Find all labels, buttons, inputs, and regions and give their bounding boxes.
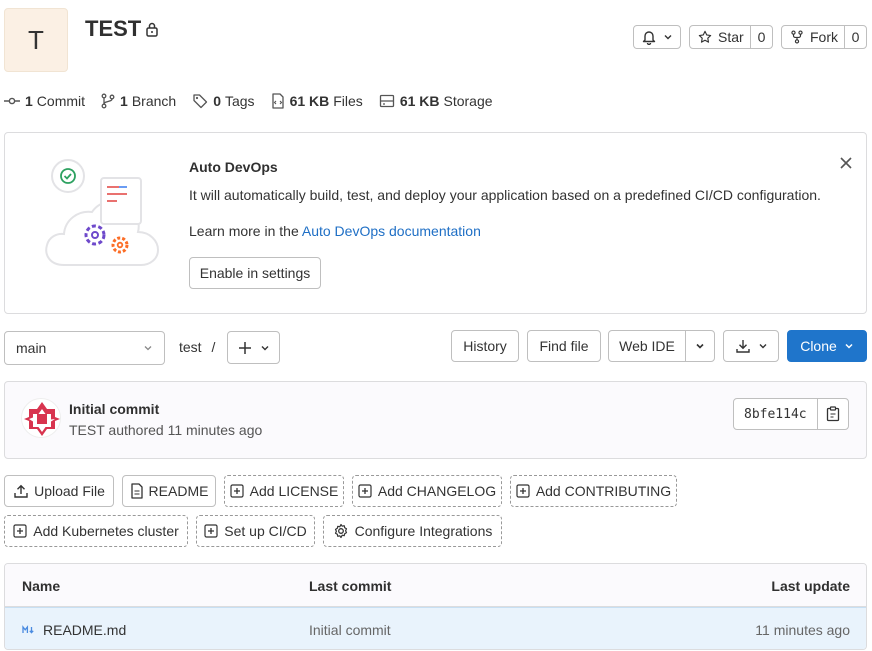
auto-devops-learn-more: Learn more in the Auto DevOps documentat… [189, 223, 481, 239]
add-contributing-button[interactable]: Add CONTRIBUTING [510, 475, 677, 507]
fork-count[interactable]: 0 [844, 26, 866, 48]
plus-square-icon [516, 484, 530, 498]
star-button[interactable]: Star 0 [689, 25, 773, 49]
auto-devops-description: It will automatically build, test, and d… [189, 187, 821, 203]
branch-selector[interactable]: main [4, 331, 165, 365]
star-icon [698, 30, 712, 44]
commit-sha-group: 8bfe114c [733, 398, 849, 430]
storage-icon [379, 93, 395, 109]
file-tree-table: Name Last commit Last update README.md I… [4, 563, 867, 650]
column-last-update: Last update [771, 578, 850, 594]
column-name: Name [22, 578, 61, 594]
table-row[interactable]: README.md Initial commit 11 minutes ago [5, 607, 866, 649]
add-kubernetes-cluster-button[interactable]: Add Kubernetes cluster [4, 515, 188, 547]
web-ide-dropdown[interactable] [685, 330, 715, 362]
clone-label: Clone [800, 338, 837, 354]
commit-icon [4, 93, 20, 109]
stat-commits[interactable]: 1 Commit [4, 93, 85, 109]
chevron-down-icon [142, 342, 154, 354]
plus-square-icon [13, 524, 27, 538]
project-avatar-letter: T [28, 24, 44, 55]
fork-label: Fork [810, 29, 838, 45]
setup-cicd-button[interactable]: Set up CI/CD [196, 515, 315, 547]
commit-author-avatar[interactable] [21, 398, 61, 438]
file-last-update: 11 minutes ago [755, 622, 850, 638]
table-header: Name Last commit Last update [5, 564, 866, 607]
auto-devops-docs-link[interactable]: Auto DevOps documentation [302, 223, 481, 239]
branch-name: main [16, 340, 47, 356]
fork-button[interactable]: Fork 0 [781, 25, 867, 49]
plus-square-icon [204, 524, 218, 538]
commit-sha[interactable]: 8bfe114c [734, 399, 818, 429]
plus-icon [238, 341, 252, 355]
chevron-down-icon [758, 341, 768, 351]
devops-illustration [44, 153, 166, 271]
history-button[interactable]: History [451, 330, 519, 362]
chevron-down-icon [695, 341, 705, 351]
add-to-tree-dropdown[interactable] [227, 331, 280, 364]
file-last-commit[interactable]: Initial commit [309, 622, 391, 638]
commit-meta: TEST authored 11 minutes ago [69, 422, 262, 438]
find-file-button[interactable]: Find file [527, 330, 601, 362]
column-last-commit: Last commit [309, 578, 392, 594]
commit-title[interactable]: Initial commit [69, 401, 159, 417]
markdown-icon [22, 624, 38, 636]
bell-icon [641, 29, 657, 45]
breadcrumb-project[interactable]: test [179, 339, 202, 355]
clone-dropdown-button[interactable]: Clone [787, 330, 867, 362]
stat-tags[interactable]: 0 Tags [192, 93, 255, 109]
configure-integrations-button[interactable]: Configure Integrations [323, 515, 502, 547]
gear-icon [333, 523, 349, 539]
breadcrumb-separator: / [211, 339, 216, 355]
commit-author[interactable]: TEST [69, 422, 105, 438]
add-changelog-button[interactable]: Add CHANGELOG [352, 475, 502, 507]
fork-icon [790, 30, 804, 44]
star-label: Star [718, 29, 744, 45]
branch-icon [101, 93, 115, 109]
plus-square-icon [230, 484, 244, 498]
commit-time: authored 11 minutes ago [108, 422, 263, 438]
upload-icon [13, 483, 29, 499]
notification-dropdown-button[interactable] [633, 25, 681, 49]
add-license-button[interactable]: Add LICENSE [224, 475, 344, 507]
breadcrumb: test / [179, 339, 215, 355]
clipboard-icon [826, 406, 840, 422]
plus-square-icon [358, 484, 372, 498]
chevron-down-icon [260, 343, 270, 353]
stat-storage[interactable]: 61 KB Storage [379, 93, 493, 109]
lock-icon [145, 21, 159, 37]
chevron-down-icon [844, 341, 854, 351]
stat-branches[interactable]: 1 Branch [101, 93, 176, 109]
close-icon[interactable] [836, 153, 856, 173]
download-icon [735, 338, 751, 354]
upload-file-button[interactable]: Upload File [4, 475, 114, 507]
copy-sha-button[interactable] [818, 399, 848, 429]
project-title: TEST [85, 16, 142, 41]
project-stats: 1 Commit 1 Branch 0 Tags 61 KB Files 61 KB St… [4, 91, 509, 111]
readme-button[interactable]: README [122, 475, 216, 507]
file-name-cell[interactable]: README.md [22, 622, 126, 638]
star-count[interactable]: 0 [750, 26, 772, 48]
project-avatar[interactable]: T [4, 8, 68, 72]
file-name[interactable]: README.md [43, 622, 126, 638]
auto-devops-title: Auto DevOps [189, 159, 278, 175]
tag-icon [192, 93, 208, 109]
document-icon [130, 483, 144, 499]
chevron-down-icon [663, 32, 673, 42]
stat-files[interactable]: 61 KB Files [271, 93, 363, 109]
enable-in-settings-button[interactable]: Enable in settings [189, 257, 321, 289]
download-dropdown[interactable] [723, 330, 779, 362]
web-ide-button[interactable]: Web IDE [608, 330, 686, 362]
file-icon [271, 93, 285, 109]
